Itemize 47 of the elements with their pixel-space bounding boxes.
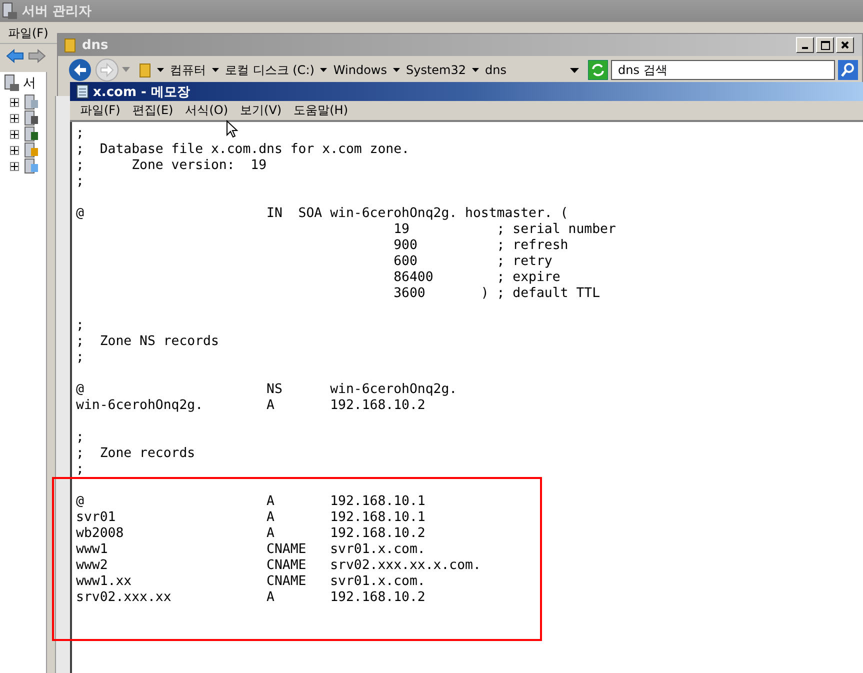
back-button[interactable] xyxy=(68,58,92,82)
caret-icon[interactable] xyxy=(472,68,480,72)
caret-icon[interactable] xyxy=(393,68,400,72)
back-arrow-icon[interactable] xyxy=(6,49,24,63)
caret-icon[interactable] xyxy=(157,68,164,72)
refresh-icon[interactable] xyxy=(588,60,608,80)
caret-icon[interactable] xyxy=(212,68,219,72)
menu-item[interactable]: 파일(F) xyxy=(74,102,126,119)
menu-item[interactable]: 도움말(H) xyxy=(288,102,354,119)
server-icon[interactable] xyxy=(23,158,39,174)
server-icon[interactable] xyxy=(23,126,39,142)
maximize-icon xyxy=(820,40,830,50)
caret-icon[interactable] xyxy=(570,68,579,72)
breadcrumb[interactable]: 컴퓨터 xyxy=(170,62,206,78)
expand-toggle[interactable] xyxy=(10,98,19,106)
breadcrumb[interactable]: System32 xyxy=(406,63,466,77)
server-icon[interactable] xyxy=(23,142,39,158)
expand-toggle[interactable] xyxy=(10,146,19,154)
close-icon xyxy=(841,41,849,49)
window-title: dns xyxy=(82,38,108,52)
server-icon[interactable] xyxy=(23,110,39,126)
server-icon xyxy=(2,2,18,20)
search-field[interactable]: dns 검색 xyxy=(611,60,835,80)
menu-item[interactable]: 파일(F) xyxy=(6,25,50,42)
folder-icon xyxy=(64,37,76,53)
close-button[interactable] xyxy=(836,37,854,53)
minimize-button[interactable] xyxy=(796,37,814,53)
menu-item[interactable]: 보기(V) xyxy=(234,102,288,119)
breadcrumb[interactable]: Windows xyxy=(333,63,387,77)
server-icon xyxy=(4,74,20,92)
window-title: 서버 관리자 xyxy=(22,3,92,20)
folder-icon xyxy=(139,62,151,78)
forward-arrow-icon[interactable] xyxy=(28,49,46,63)
breadcrumb[interactable]: 로컬 디스크 (C:) xyxy=(225,62,314,78)
expand-toggle[interactable] xyxy=(10,162,19,170)
notepad-icon xyxy=(76,84,89,99)
expand-toggle[interactable] xyxy=(10,130,19,138)
expand-toggle[interactable] xyxy=(10,114,19,122)
caret-icon[interactable] xyxy=(320,68,328,72)
search-icon[interactable] xyxy=(838,60,858,80)
maximize-button[interactable] xyxy=(816,37,834,53)
server-icon[interactable] xyxy=(23,94,39,110)
breadcrumb[interactable]: dns xyxy=(485,63,507,77)
menu-item[interactable]: 서식(O) xyxy=(179,102,234,119)
tree-item[interactable]: 서 xyxy=(23,74,36,92)
window-title: x.com - 메모장 xyxy=(93,84,190,100)
menu-item[interactable]: 편집(E) xyxy=(126,102,180,119)
